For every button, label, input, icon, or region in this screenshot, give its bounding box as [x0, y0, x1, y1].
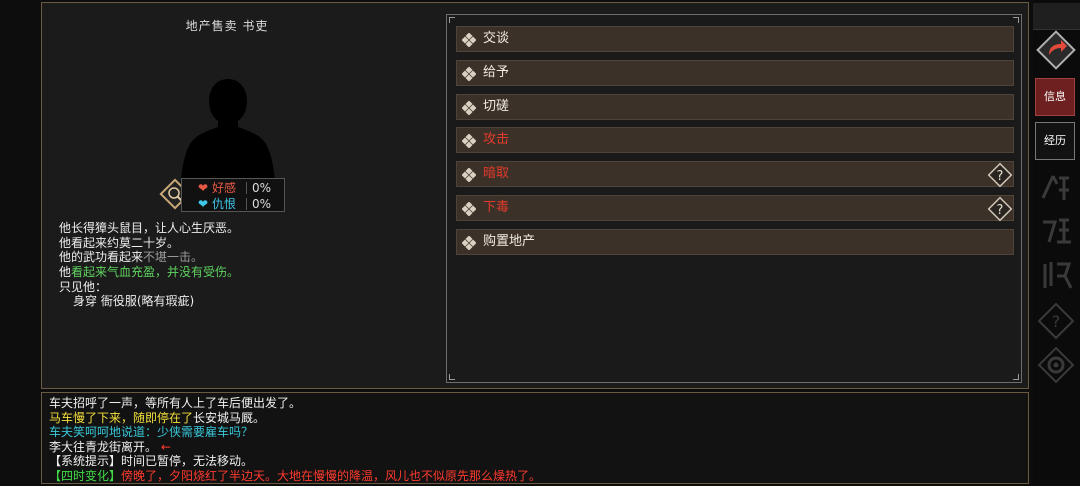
action-label: 暗取 [483, 166, 510, 181]
faction-icon[interactable] [1037, 256, 1075, 294]
diamond-bullet-icon [462, 67, 476, 81]
desc-equipment-heading: 只见他： [59, 279, 108, 294]
action-button[interactable]: 给予 [456, 60, 1014, 86]
study-icon[interactable] [1037, 212, 1075, 250]
gear-icon[interactable] [1037, 346, 1075, 384]
log-line: 车夫招呼了一声，等所有人上了车后便出发了。 [49, 396, 302, 410]
help-icon[interactable]: ? [985, 194, 1015, 224]
npc-info-panel: 地产售卖 书吏 ❤ 好感 0% ❤ 仇恨 0% 他长得獐头鼠目，让人心生厌恶。 他看… [41, 2, 1029, 389]
desc-equipment: 身穿 衙役服(略有瑕疵) [73, 294, 195, 309]
svg-text:?: ? [1052, 312, 1061, 331]
svg-text:?: ? [997, 169, 1004, 184]
action-label: 购置地产 [483, 234, 536, 249]
log-line: 马车慢了下来，随即停在了长安城马厩。 [49, 410, 266, 425]
log-line: 【四时变化】傍晚了，夕阳烧红了半边天。大地在慢慢的降温，风儿也不似原先那么燥热了… [49, 468, 542, 483]
left-arrow-icon: ← [160, 439, 171, 454]
action-label: 交谈 [483, 31, 510, 46]
hatred-label: 仇恨 [212, 197, 237, 211]
favor-label: 好感 [212, 181, 237, 195]
npc-description: 他长得獐头鼠目，让人心生厌恶。 他看起来约莫二十岁。 他的武功看起来不堪一击。 … [59, 221, 239, 309]
work-icon[interactable] [1037, 168, 1075, 206]
npc-portrait [180, 79, 276, 191]
tab-info[interactable]: 信息 [1035, 78, 1075, 116]
favor-value: 0% [252, 181, 272, 195]
question-icon[interactable]: ? [1037, 302, 1075, 340]
action-label: 给予 [483, 65, 510, 80]
action-button[interactable]: 购置地产 [456, 229, 1014, 255]
favor-heart-icon: ❤ [198, 181, 209, 195]
desc-appearance: 他长得獐头鼠目，让人心生厌恶。 [59, 221, 240, 235]
log-lines: 车夫招呼了一声，等所有人上了车后便出发了。 马车慢了下来，随即停在了长安城马厩。… [49, 396, 541, 483]
action-button[interactable]: 切磋 [456, 94, 1014, 120]
action-button[interactable]: 暗取? [456, 160, 1015, 190]
relation-stats: ❤ 好感 0% ❤ 仇恨 0% [181, 178, 285, 212]
hatred-value: 0% [252, 197, 272, 211]
diamond-bullet-icon [462, 236, 476, 250]
action-label: 切磋 [483, 99, 510, 114]
hatred-heart-icon: ❤ [198, 197, 209, 211]
log-line: 【系统提示】时间已暂停，无法移动。 [49, 454, 254, 468]
back-arrow-icon[interactable] [1036, 30, 1076, 70]
tab-experience[interactable]: 经历 [1035, 122, 1075, 160]
top-bar [1033, 3, 1080, 30]
log-line: 李大往青龙街离开。 ← [49, 439, 171, 454]
favor-row: ❤ 好感 0% [198, 180, 271, 196]
action-button[interactable]: 攻击 [456, 127, 1014, 153]
action-label: 下毒 [483, 200, 510, 215]
message-log[interactable]: 车夫招呼了一声，等所有人上了车后便出发了。 马车慢了下来，随即停在了长安城马厩。… [41, 392, 1029, 484]
desc-health: 他看起来气血充盈，并没有受伤。 [59, 265, 240, 280]
diamond-bullet-icon [462, 202, 476, 216]
diamond-bullet-icon [462, 134, 476, 148]
action-label: 攻击 [483, 132, 510, 147]
log-line: 车夫笑呵呵地说道：少侠需要雇车吗？ [49, 425, 254, 439]
npc-title: 地产售卖 书吏 [185, 19, 269, 33]
desc-martial: 他的武功看起来不堪一击。 [59, 250, 204, 265]
hatred-row: ❤ 仇恨 0% [198, 196, 271, 212]
action-button[interactable]: 交谈 [456, 26, 1014, 52]
svg-text:?: ? [997, 203, 1004, 218]
desc-age: 他看起来约莫二十岁。 [59, 235, 180, 250]
help-icon[interactable]: ? [985, 160, 1015, 190]
diamond-bullet-icon [462, 101, 476, 115]
diamond-bullet-icon [462, 33, 476, 47]
actions-panel: 交谈 给予 切磋 攻击 暗取? 下毒? 购置地产 [446, 14, 1022, 383]
diamond-bullet-icon [462, 168, 476, 182]
action-button[interactable]: 下毒? [456, 194, 1015, 224]
